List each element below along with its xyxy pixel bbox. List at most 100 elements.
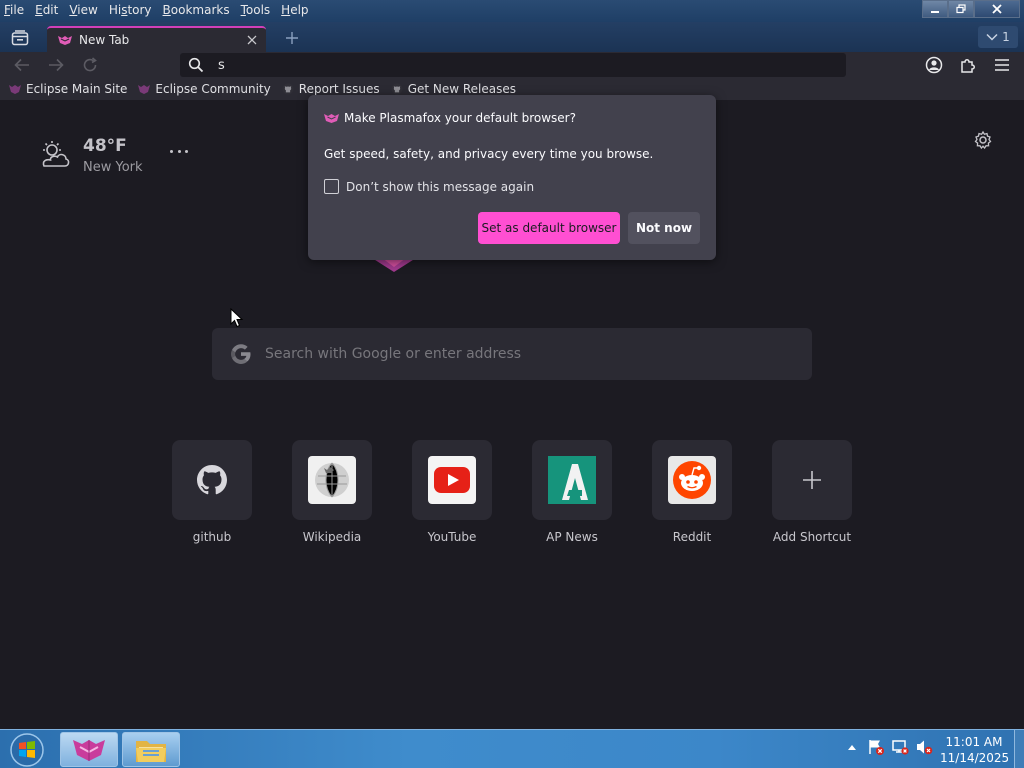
folder-icon: [136, 740, 166, 762]
reload-icon: [83, 57, 97, 72]
new-tab-button[interactable]: [283, 29, 301, 47]
close-icon: [992, 4, 1002, 14]
tab-list-button[interactable]: [6, 26, 34, 50]
minimize-icon: [931, 11, 939, 13]
dont-show-again-checkbox[interactable]: [324, 179, 339, 194]
shortcut-youtube[interactable]: YouTube: [412, 440, 492, 544]
taskbar-explorer-button[interactable]: [122, 732, 180, 767]
address-input[interactable]: [218, 57, 818, 73]
github-icon: [282, 83, 294, 95]
menu-help[interactable]: Help: [281, 3, 308, 17]
account-button[interactable]: [923, 55, 945, 75]
bookmark-label: Report Issues: [298, 82, 380, 96]
dot-icon: [177, 149, 181, 153]
network-icon: [892, 740, 909, 755]
not-now-button[interactable]: Not now: [628, 212, 700, 244]
menu-tools[interactable]: Tools: [241, 3, 271, 17]
extensions-button[interactable]: [957, 55, 979, 75]
weather-city: New York: [83, 160, 143, 175]
eclipse-icon: [138, 85, 151, 94]
tab-close-button[interactable]: [244, 32, 260, 48]
shortcut-tile[interactable]: [172, 440, 252, 520]
close-window-button[interactable]: [974, 0, 1020, 18]
search-placeholder: Search with Google or enter address: [265, 346, 522, 362]
shortcut-tile[interactable]: [532, 440, 612, 520]
shortcut-tile[interactable]: [652, 440, 732, 520]
bookmark-eclipse-main-site[interactable]: Eclipse Main Site: [8, 82, 127, 96]
bookmark-get-new-releases[interactable]: Get New Releases: [390, 82, 516, 96]
shortcut-ap-news[interactable]: AP News: [532, 440, 612, 544]
start-button[interactable]: [7, 732, 47, 768]
plasmafox-logo-icon: [324, 114, 339, 123]
clock-time: 11:01 AM: [945, 735, 1003, 749]
weather-more-options-button[interactable]: [170, 146, 188, 156]
bookmark-eclipse-community[interactable]: Eclipse Community: [137, 82, 271, 96]
shortcut-label: github: [192, 530, 232, 544]
weather-widget[interactable]: 48°F New York: [38, 136, 143, 175]
tab-new-tab[interactable]: New Tab: [47, 26, 266, 52]
shortcut-reddit[interactable]: Reddit: [652, 440, 732, 544]
bookmark-label: Get New Releases: [407, 82, 517, 96]
forward-button[interactable]: [45, 55, 67, 75]
arrow-right-icon: [49, 58, 64, 72]
plasmafox-logo-icon: [372, 258, 416, 272]
volume-icon[interactable]: [915, 738, 933, 756]
menu-bar: File Edit View History Bookmarks Tools H…: [0, 0, 320, 20]
menu-file[interactable]: File: [4, 3, 24, 17]
address-bar[interactable]: [180, 53, 846, 77]
set-default-browser-button[interactable]: Set as default browser: [478, 212, 620, 244]
dialog-message: Get speed, safety, and privacy every tim…: [324, 147, 654, 161]
shortcut-add[interactable]: Add Shortcut: [772, 440, 852, 544]
checkbox-label: Don’t show this message again: [346, 179, 535, 194]
taskbar-clock[interactable]: 11:01 AM 11/14/2025: [940, 734, 1009, 766]
shortcut-wikipedia[interactable]: Wikipedia: [292, 440, 372, 544]
shortcut-label: Wikipedia: [302, 530, 362, 544]
dont-show-again-option[interactable]: Don’t show this message again: [324, 179, 534, 194]
maximize-button[interactable]: [948, 0, 974, 18]
github-icon: [391, 83, 403, 95]
menu-history[interactable]: History: [109, 3, 152, 17]
dialog-header: Make Plasmafox your default browser?: [323, 111, 576, 125]
youtube-icon: [428, 456, 476, 504]
shortcut-label: Reddit: [672, 530, 712, 544]
plasmafox-logo-icon: [73, 739, 105, 761]
window-controls: [922, 0, 1020, 18]
network-icon[interactable]: [891, 738, 909, 756]
shortcut-label: AP News: [546, 530, 598, 544]
puzzle-icon: [961, 59, 975, 73]
shortcut-tile[interactable]: [772, 440, 852, 520]
dot-icon: [170, 149, 173, 153]
menu-view[interactable]: View: [69, 3, 97, 17]
back-button[interactable]: [11, 55, 33, 75]
shortcut-tile[interactable]: [412, 440, 492, 520]
window-titlebar: File Edit View History Bookmarks Tools H…: [0, 0, 1024, 22]
reload-button[interactable]: [79, 55, 101, 75]
menu-edit[interactable]: Edit: [35, 3, 58, 17]
action-center-icon[interactable]: [867, 738, 885, 756]
chevron-down-icon: [986, 33, 998, 41]
show-desktop-button[interactable]: [1014, 730, 1024, 768]
bookmark-report-issues[interactable]: Report Issues: [281, 82, 380, 96]
gear-icon[interactable]: [973, 130, 993, 150]
top-sites: github Wikipedia YouTube AP News Reddit …: [172, 440, 852, 544]
shortcut-label: YouTube: [427, 530, 477, 544]
bookmark-label: Eclipse Main Site: [26, 82, 128, 96]
close-icon: [247, 35, 257, 45]
taskbar-plasmafox-button[interactable]: [60, 732, 118, 767]
shortcut-github[interactable]: github: [172, 440, 252, 544]
minimize-button[interactable]: [922, 0, 948, 18]
dialog-title: Make Plasmafox your default browser?: [344, 111, 576, 125]
partly-cloudy-icon: [42, 141, 70, 167]
app-menu-button[interactable]: [991, 55, 1013, 75]
chevron-up-icon: [848, 745, 856, 750]
system-tray: [843, 738, 933, 756]
show-hidden-icons-button[interactable]: [843, 738, 861, 756]
shortcut-label: Add Shortcut: [772, 530, 852, 544]
firefox-view-icon: [11, 30, 29, 46]
google-search-box[interactable]: Search with Google or enter address: [212, 328, 812, 380]
list-all-tabs-button[interactable]: 1: [978, 26, 1018, 48]
reddit-icon: [668, 456, 716, 504]
navigation-toolbar: [0, 52, 1024, 78]
menu-bookmarks[interactable]: Bookmarks: [163, 3, 230, 17]
shortcut-tile[interactable]: [292, 440, 372, 520]
